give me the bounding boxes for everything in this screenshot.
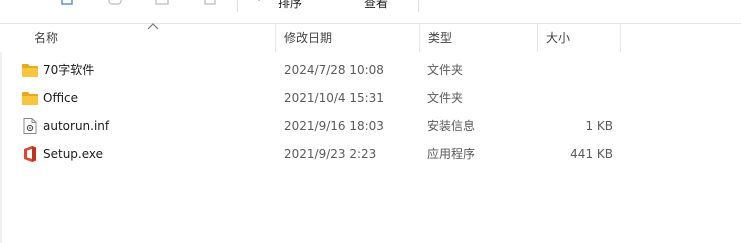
toolbar-separator — [418, 0, 419, 12]
file-modified: 2021/9/23 2:23 — [284, 147, 377, 161]
file-type: 应用程序 — [427, 147, 476, 161]
file-list: 70字软件 2024/7/28 10:08 文件夹 Office 2021/10… — [0, 56, 741, 168]
column-header-modified[interactable]: 修改日期 — [276, 24, 420, 52]
file-name: Office — [43, 91, 79, 105]
file-size — [545, 84, 613, 112]
folder-icon — [22, 63, 38, 77]
file-name: 70字软件 — [43, 63, 95, 77]
sort-menu-button[interactable]: 排序 — [278, 0, 302, 11]
sort-icon[interactable] — [256, 0, 270, 6]
view-icon[interactable] — [342, 0, 356, 6]
file-explorer-window: 排序 查看 名称 修改日期 类型 大小 70字软件 2024/7/28 10:0… — [0, 0, 741, 243]
office-app-icon — [23, 146, 37, 162]
file-name: autorun.inf — [43, 119, 110, 133]
file-row[interactable]: Setup.exe 2021/9/23 2:23 应用程序 441 KB — [0, 140, 741, 168]
file-row[interactable]: Office 2021/10/4 15:31 文件夹 — [0, 84, 741, 112]
paste-icon[interactable] — [108, 0, 122, 6]
file-modified: 2024/7/28 10:08 — [284, 63, 384, 77]
file-type: 文件夹 — [427, 63, 464, 77]
column-header-type[interactable]: 类型 — [420, 24, 538, 52]
rename-icon[interactable] — [155, 0, 169, 6]
file-type: 文件夹 — [427, 91, 464, 105]
file-row[interactable]: autorun.inf 2021/9/16 18:03 安装信息 1 KB — [0, 112, 741, 140]
file-size: 441 KB — [570, 147, 613, 161]
command-bar: 排序 查看 — [0, 0, 741, 24]
delete-icon[interactable] — [203, 0, 217, 6]
copy-icon[interactable] — [60, 0, 74, 6]
file-modified: 2021/9/16 18:03 — [284, 119, 384, 133]
file-name: Setup.exe — [43, 147, 104, 161]
file-row[interactable]: 70字软件 2024/7/28 10:08 文件夹 — [0, 56, 741, 84]
file-size: 1 KB — [585, 119, 613, 133]
file-modified: 2021/10/4 15:31 — [284, 91, 384, 105]
column-header-row: 名称 修改日期 类型 大小 — [0, 22, 741, 52]
folder-icon — [22, 91, 38, 105]
file-type: 安装信息 — [427, 119, 476, 133]
settings-file-icon — [23, 118, 37, 134]
view-menu-button[interactable]: 查看 — [364, 0, 388, 11]
file-size — [545, 56, 613, 84]
column-header-size[interactable]: 大小 — [538, 24, 621, 52]
sort-ascending-icon — [147, 22, 159, 30]
toolbar-separator — [237, 0, 238, 12]
